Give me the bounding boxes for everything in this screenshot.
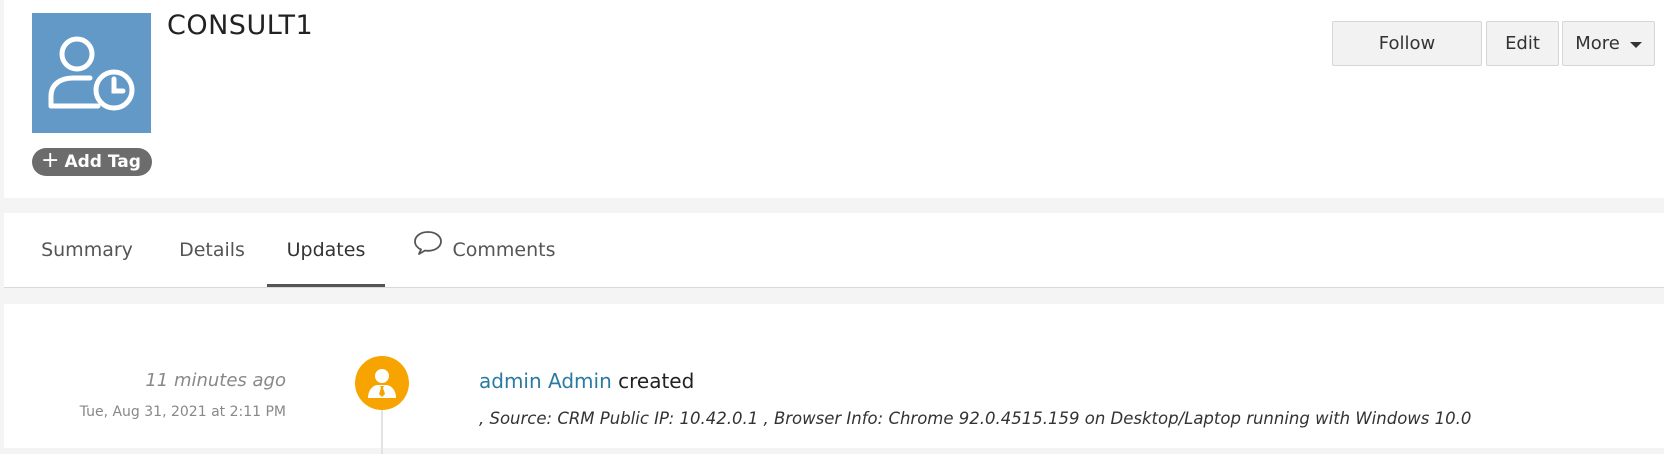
page-title: CONSULT1: [167, 10, 314, 41]
edit-label: Edit: [1505, 33, 1540, 54]
user-avatar: [355, 356, 409, 410]
follow-label: Follow: [1378, 33, 1436, 54]
update-title: admin Admin created: [479, 369, 694, 393]
tab-summary[interactable]: Summary: [24, 213, 150, 286]
tab-details[interactable]: Details: [159, 213, 265, 286]
tab-summary-label: Summary: [41, 238, 133, 261]
follow-button[interactable]: Follow: [1332, 21, 1482, 66]
timeline-line: [381, 404, 383, 454]
update-action: created: [618, 369, 695, 393]
user-link[interactable]: admin Admin: [479, 369, 612, 393]
comment-bubble-icon: [413, 230, 442, 255]
edit-button[interactable]: Edit: [1486, 21, 1559, 66]
more-label: More: [1575, 33, 1620, 54]
add-tag-label: Add Tag: [64, 152, 141, 172]
more-button[interactable]: More: [1562, 21, 1655, 66]
record-avatar: [32, 13, 151, 133]
tab-comments-label: Comments: [452, 238, 556, 261]
update-detail: , Source: CRM Public IP: 10.42.0.1 , Bro…: [479, 409, 1472, 428]
tab-updates-label: Updates: [286, 238, 366, 261]
caret-down-icon: [1629, 41, 1642, 48]
record-tabs: Summary Details Updates Comments: [4, 213, 1664, 288]
record-header: CONSULT1 + Add Tag Follow Edit More: [4, 0, 1664, 198]
tab-updates[interactable]: Updates: [267, 213, 385, 287]
update-timestamp: Tue, Aug 31, 2021 at 2:11 PM: [79, 404, 286, 420]
tab-details-label: Details: [179, 238, 245, 261]
plus-icon: +: [41, 148, 60, 173]
user-tie-icon: [368, 369, 396, 398]
updates-feed: 11 minutes ago Tue, Aug 31, 2021 at 2:11…: [4, 304, 1664, 454]
update-time-ago: 11 minutes ago: [145, 370, 286, 391]
add-tag-button[interactable]: + Add Tag: [32, 148, 152, 176]
tab-comments[interactable]: Comments: [404, 213, 564, 286]
user-clock-icon: [48, 36, 134, 111]
